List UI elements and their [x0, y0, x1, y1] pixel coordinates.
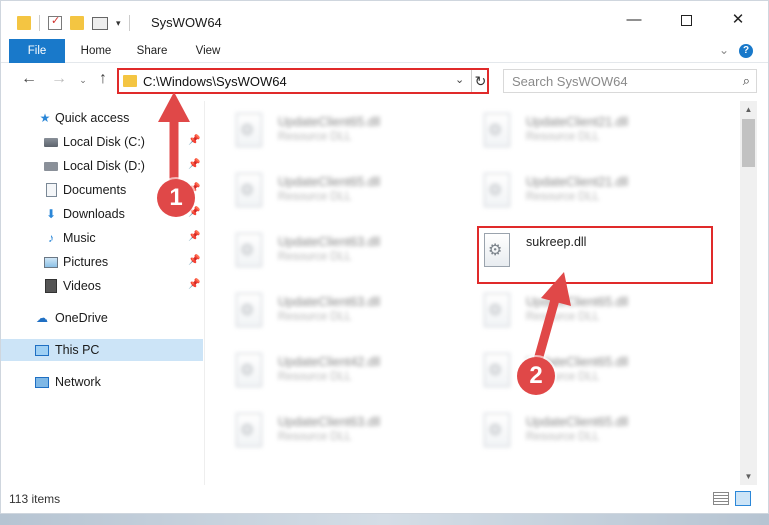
step-1-badge: 1 [157, 179, 195, 217]
arrow-step-2 [533, 272, 571, 365]
step-2-badge: 2 [517, 357, 555, 395]
annotation-arrows [158, 92, 571, 365]
arrow-step-1 [158, 92, 190, 187]
